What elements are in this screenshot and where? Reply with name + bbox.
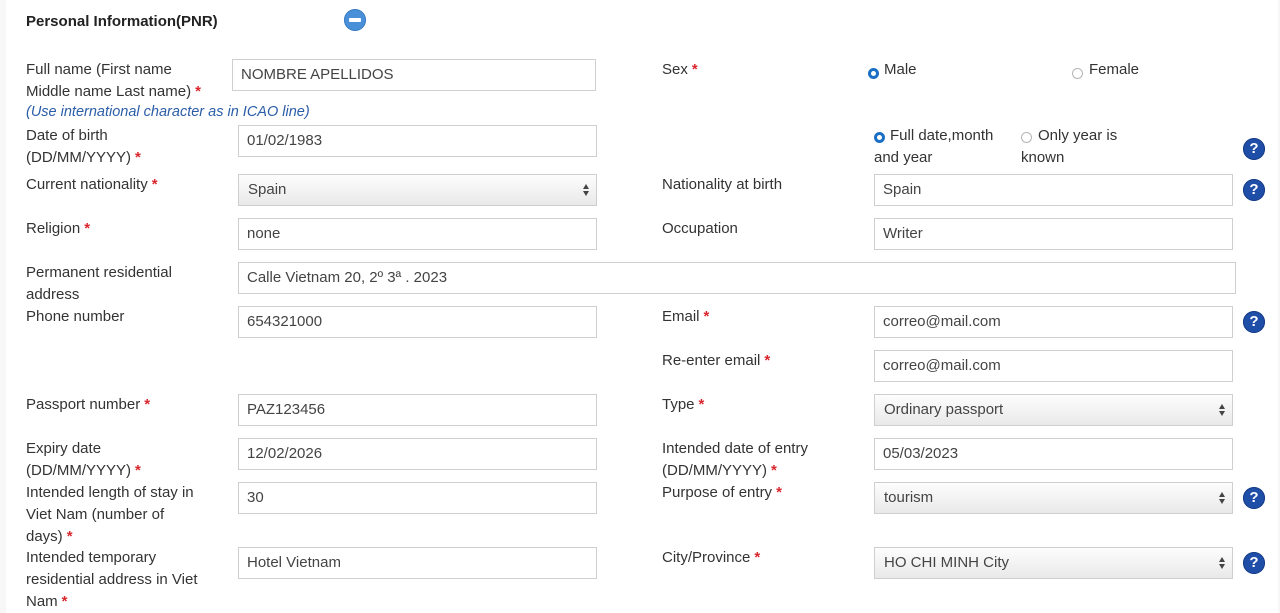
nationality-help-icon[interactable]: ?: [1243, 179, 1265, 201]
dob-year-only-label: Only year is known: [1021, 127, 1118, 166]
temp-address-label: Intended temporary residential address i…: [26, 549, 198, 610]
current-nationality-value: Spain: [248, 181, 287, 198]
sex-male-label: Male: [884, 61, 917, 78]
entry-date-label: Intended date of entry (DD/MM/YYYY) *: [662, 440, 808, 479]
sex-label: Sex *: [662, 61, 698, 78]
sex-female-radio[interactable]: [1072, 68, 1083, 79]
section-title: Personal Information(PNR): [26, 13, 218, 30]
email-input[interactable]: correo@mail.com: [874, 306, 1233, 338]
address-input[interactable]: Calle Vietnam 20, 2º 3ª . 2023: [238, 262, 1236, 294]
stay-length-input[interactable]: 30: [238, 482, 597, 514]
address-label: Permanent residential address: [26, 264, 172, 303]
city-select[interactable]: HO CHI MINH City: [874, 547, 1233, 579]
purpose-value: tourism: [884, 489, 934, 506]
current-nationality-label: Current nationality *: [26, 176, 158, 193]
sex-female-label: Female: [1089, 61, 1140, 78]
current-nationality-select[interactable]: Spain: [238, 174, 597, 206]
passport-type-select[interactable]: Ordinary passport: [874, 394, 1233, 426]
religion-label: Religion *: [26, 220, 91, 237]
nationality-at-birth-input[interactable]: Spain: [874, 174, 1233, 206]
expiry-date-input[interactable]: 12/02/2026: [238, 438, 597, 470]
purpose-label: Purpose of entry *: [662, 484, 782, 501]
sex-male-radio[interactable]: [868, 68, 879, 79]
passport-number-input[interactable]: PAZ123456: [238, 394, 597, 426]
dob-label: Date of birth (DD/MM/YYYY) *: [26, 127, 141, 166]
dob-input[interactable]: 01/02/1983: [238, 125, 597, 157]
full-name-note: (Use international character as in ICAO …: [26, 104, 310, 120]
purpose-help-icon[interactable]: ?: [1243, 487, 1265, 509]
dob-full-date-label: Full date,month and year: [874, 127, 994, 166]
collapse-minus-icon[interactable]: [344, 9, 366, 31]
passport-number-label: Passport number *: [26, 396, 151, 413]
reenter-email-input[interactable]: correo@mail.com: [874, 350, 1233, 382]
city-label: City/Province *: [662, 549, 761, 566]
email-help-icon[interactable]: ?: [1243, 311, 1265, 333]
reenter-email-label: Re-enter email *: [662, 352, 771, 369]
occupation-input[interactable]: Writer: [874, 218, 1233, 250]
select-arrows-icon: [1219, 556, 1226, 570]
occupation-label: Occupation: [662, 220, 738, 237]
full-name-input[interactable]: NOMBRE APELLIDOS: [232, 59, 596, 91]
select-arrows-icon: [1219, 491, 1226, 505]
full-name-label: Full name (First name Middle name Last n…: [26, 61, 201, 100]
phone-input[interactable]: 654321000: [238, 306, 597, 338]
city-help-icon[interactable]: ?: [1243, 552, 1265, 574]
phone-label: Phone number: [26, 308, 125, 325]
select-arrows-icon: [1219, 403, 1226, 417]
stay-length-label: Intended length of stay in Viet Nam (num…: [26, 484, 194, 545]
expiry-date-label: Expiry date (DD/MM/YYYY) *: [26, 440, 141, 479]
purpose-select[interactable]: tourism: [874, 482, 1233, 514]
passport-type-value: Ordinary passport: [884, 401, 1004, 418]
temp-address-input[interactable]: Hotel Vietnam: [238, 547, 597, 579]
passport-type-label: Type *: [662, 396, 705, 413]
city-value: HO CHI MINH City: [884, 554, 1009, 571]
religion-input[interactable]: none: [238, 218, 597, 250]
dob-help-icon[interactable]: ?: [1243, 138, 1265, 160]
select-arrows-icon: [583, 183, 590, 197]
nationality-at-birth-label: Nationality at birth: [662, 176, 783, 193]
email-label: Email *: [662, 308, 710, 325]
entry-date-input[interactable]: 05/03/2023: [874, 438, 1233, 470]
